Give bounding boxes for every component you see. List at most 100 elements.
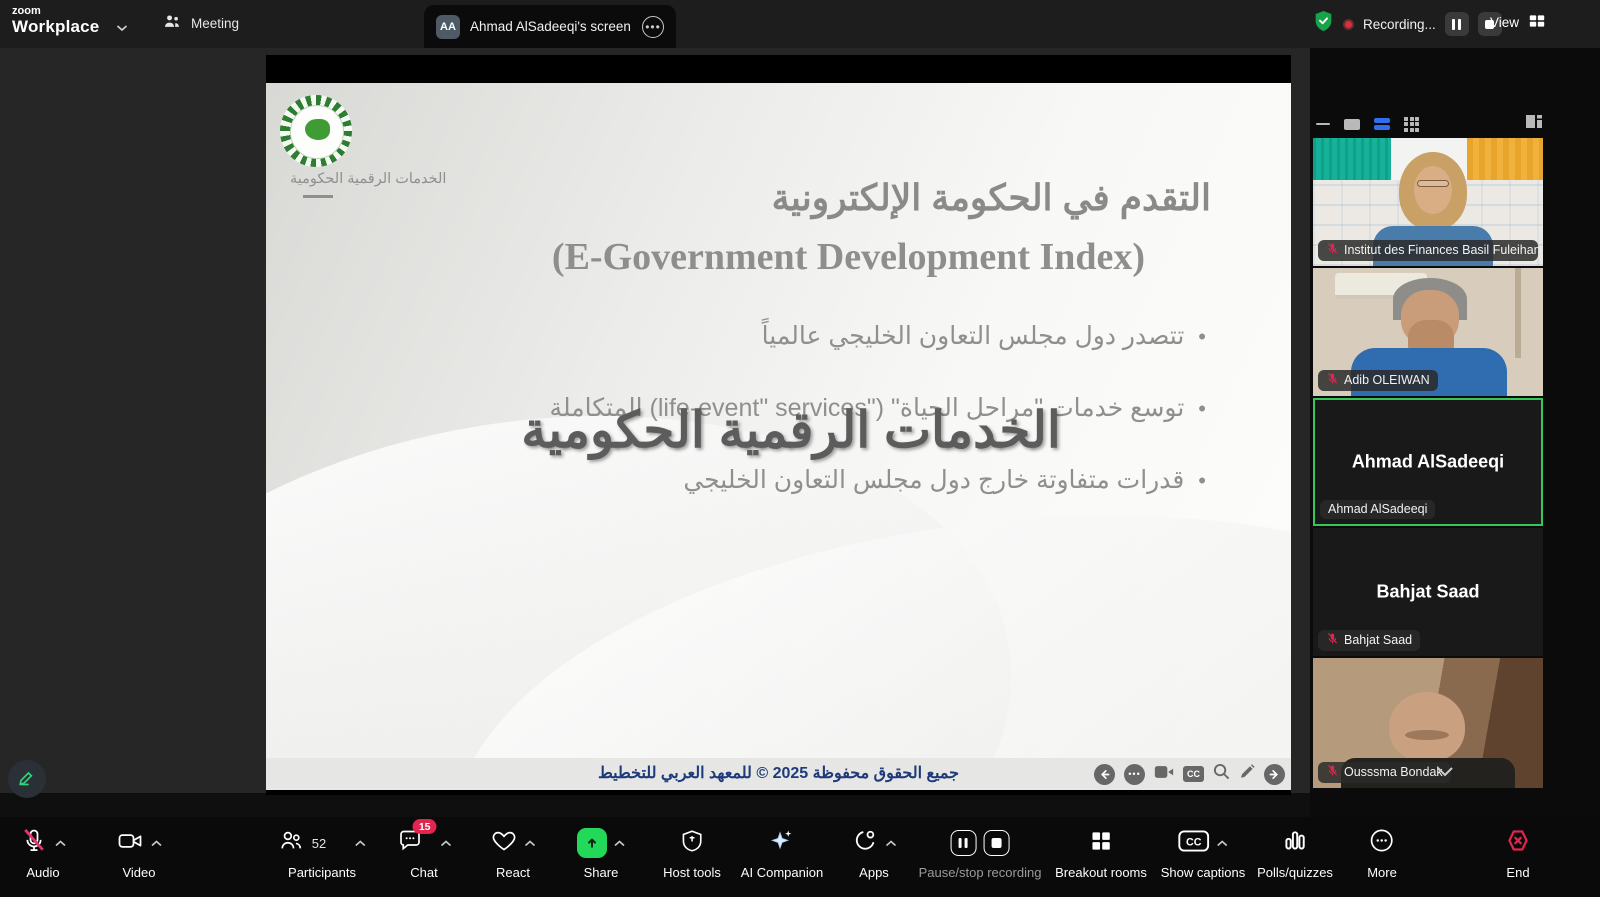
person-glasses: [1417, 180, 1449, 187]
host-tools-button[interactable]: Host tools: [663, 828, 721, 880]
slide-logo-caption: الخدمات الرقمية الحكومية: [290, 171, 490, 187]
pause-recording-button[interactable]: [1445, 12, 1469, 36]
muted-mic-icon: [1326, 372, 1339, 388]
sparkle-icon: [768, 827, 796, 860]
stop-icon[interactable]: [983, 830, 1009, 856]
polls-quizzes-button[interactable]: Polls/quizzes: [1257, 828, 1333, 880]
speaker-view-icon[interactable]: [1344, 119, 1360, 130]
layout-popout-icon[interactable]: [1525, 114, 1543, 134]
show-captions-label: Show captions: [1161, 865, 1246, 880]
participant-center-name: Ahmad AlSadeeqi: [1315, 452, 1541, 473]
chat-bubble-icon: 15: [397, 827, 424, 859]
muted-mic-icon: [1326, 764, 1339, 780]
participant-name: Institut des Finances Basil Fuleihan: [1344, 243, 1538, 257]
tab-shared-screen[interactable]: AA Ahmad AlSadeeqi's screen •••: [424, 5, 676, 48]
apps-label: Apps: [859, 865, 889, 880]
participant-tile-institut-des-finances[interactable]: Institut des Finances Basil Fuleihan: [1313, 138, 1543, 266]
shared-screen-region: الخدمات الرقمية الحكومية التقدم في الحكو…: [266, 55, 1291, 795]
host-tools-label: Host tools: [663, 865, 721, 880]
end-hexagon-icon: [1505, 827, 1532, 859]
breakout-rooms-button[interactable]: Breakout rooms: [1055, 828, 1147, 880]
slide-transition-overlay-title: الخدمات الرقمية الحكومية: [511, 401, 1071, 459]
participant-name-label: Ahmad AlSadeeqi: [1320, 500, 1435, 519]
muted-mic-icon: [20, 827, 48, 860]
arab-planning-institute-logo: [280, 95, 352, 167]
tab-options-icon[interactable]: •••: [642, 16, 664, 38]
grid-view-icon[interactable]: [1404, 117, 1419, 132]
audio-button[interactable]: Audio: [20, 828, 66, 880]
slide-bullet-1: تتصدر دول مجلس التعاون الخليجي عالمياً: [366, 321, 1206, 351]
poll-bars-icon: [1282, 828, 1308, 859]
participants-icon: [278, 827, 305, 859]
previous-slide-button[interactable]: [1094, 764, 1115, 785]
pencil-icon: [17, 767, 37, 792]
top-bar: zoom Workplace Meeting AA Ahmad AlSadeeq…: [0, 0, 1600, 48]
chevron-up-icon[interactable]: [151, 834, 162, 852]
recording-label: Recording...: [1363, 17, 1436, 32]
logo-workplace-text: Workplace: [12, 18, 99, 36]
participant-name: Ahmad AlSadeeqi: [1328, 502, 1427, 516]
presentation-slide: الخدمات الرقمية الحكومية التقدم في الحكو…: [266, 83, 1291, 790]
heart-icon: [491, 827, 518, 859]
chevron-up-icon[interactable]: [355, 834, 366, 852]
magnifier-icon[interactable]: [1213, 763, 1230, 785]
stage-area: الخدمات الرقمية الحكومية التقدم في الحكو…: [0, 48, 1310, 817]
chat-unread-badge: 15: [413, 819, 437, 834]
share-button[interactable]: Share: [577, 828, 625, 880]
chat-label: Chat: [410, 865, 437, 880]
minimize-video-icon[interactable]: [1316, 123, 1330, 126]
participant-tile-adib-oleiwan[interactable]: Adib OLEIWAN: [1313, 268, 1543, 396]
chevron-up-icon[interactable]: [614, 834, 625, 852]
share-screen-icon: [577, 828, 607, 858]
muted-mic-icon: [1326, 632, 1339, 648]
chevron-up-icon[interactable]: [441, 834, 452, 852]
meeting-toolbar: Audio Video 52 Participants: [0, 817, 1600, 897]
gallery-strip-view-icon[interactable]: [1374, 118, 1390, 130]
more-button[interactable]: More: [1367, 828, 1397, 880]
scroll-participants-down-button[interactable]: [1425, 760, 1465, 782]
show-captions-button[interactable]: CC Show captions: [1161, 828, 1246, 880]
more-label: More: [1367, 865, 1397, 880]
muted-mic-icon: [1326, 242, 1339, 258]
more-options-icon[interactable]: •••: [1124, 764, 1145, 785]
chevron-up-icon[interactable]: [55, 834, 66, 852]
tab-meeting[interactable]: Meeting: [162, 13, 239, 34]
pause-stop-recording-button[interactable]: Pause/stop recording: [919, 828, 1042, 880]
meeting-people-icon: [162, 13, 182, 34]
chevron-up-icon[interactable]: [886, 834, 897, 852]
svg-text:CC: CC: [1186, 836, 1202, 848]
annotate-button[interactable]: [8, 760, 46, 798]
camera-icon[interactable]: [1154, 765, 1174, 784]
react-button[interactable]: React: [491, 828, 536, 880]
presenter-controls: ••• CC: [1094, 763, 1285, 785]
view-grid-icon: [1528, 13, 1546, 32]
slide-title-english: (E-Government Development Index): [481, 235, 1216, 279]
ai-companion-button[interactable]: AI Companion: [741, 828, 823, 880]
chevron-down-icon[interactable]: [116, 19, 128, 37]
breakout-rooms-icon: [1088, 828, 1114, 859]
captions-cc-icon[interactable]: CC: [1183, 766, 1204, 782]
shield-icon: [679, 828, 705, 859]
video-button[interactable]: Video: [116, 828, 162, 880]
end-meeting-button[interactable]: End: [1505, 828, 1532, 880]
participants-button[interactable]: 52 Participants: [278, 828, 366, 880]
security-shield-icon[interactable]: [1313, 10, 1334, 38]
participant-tile-ahmad-alsadeeqi-active-speaker[interactable]: Ahmad AlSadeeqi Ahmad AlSadeeqi: [1313, 398, 1543, 526]
logo-zoom-text: zoom: [12, 6, 99, 18]
ai-companion-label: AI Companion: [741, 865, 823, 880]
participant-name-label: Bahjat Saad: [1318, 630, 1420, 651]
meeting-tab-label: Meeting: [191, 16, 239, 31]
chat-button[interactable]: 15 Chat: [397, 828, 452, 880]
pause-icon[interactable]: [950, 830, 976, 856]
next-slide-button[interactable]: [1264, 764, 1285, 785]
participant-name-label: Adib OLEIWAN: [1318, 370, 1438, 391]
chevron-up-icon[interactable]: [525, 834, 536, 852]
apps-button[interactable]: Apps: [852, 828, 897, 880]
view-button[interactable]: View: [1490, 13, 1546, 32]
breakout-rooms-label: Breakout rooms: [1055, 865, 1147, 880]
participant-tile-bahjat-saad[interactable]: Bahjat Saad Bahjat Saad: [1313, 528, 1543, 656]
chevron-up-icon[interactable]: [1217, 834, 1228, 852]
stage-background: الخدمات الرقمية الحكومية التقدم في الحكو…: [0, 48, 1310, 793]
zoom-workplace-window: zoom Workplace Meeting AA Ahmad AlSadeeq…: [0, 0, 1600, 897]
pen-icon[interactable]: [1239, 764, 1255, 785]
